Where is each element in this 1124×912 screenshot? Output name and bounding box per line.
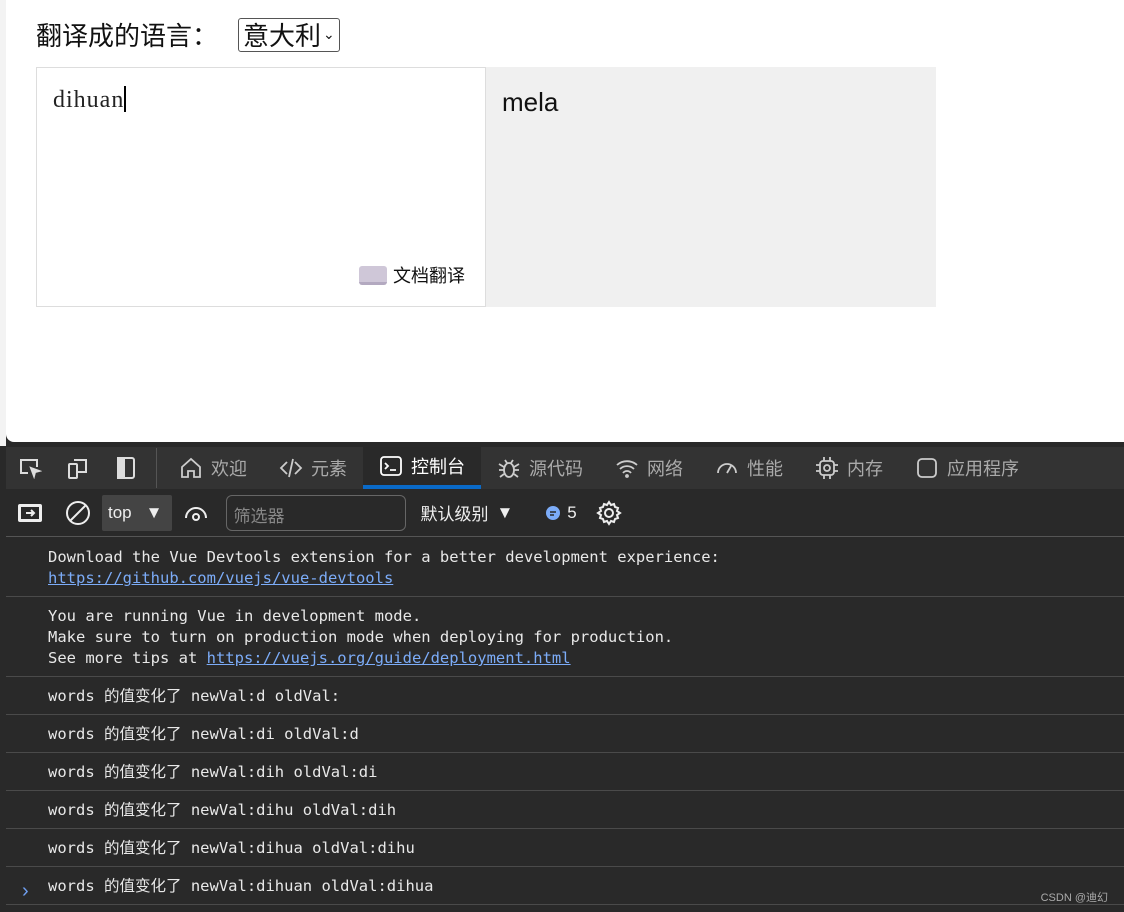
watermark: CSDN @迪幻 xyxy=(1040,892,1108,904)
keyboard-icon xyxy=(359,265,387,285)
web-page: 翻译成的语言： 意大利 ⌄ dihuan 文档翻译 mela xyxy=(6,0,1124,442)
message-line: words 的值变化了 newVal:dihu oldVal:dih xyxy=(48,801,397,819)
message-line: words 的值变化了 newVal:di oldVal:d xyxy=(48,725,359,743)
input-text: dihuan xyxy=(53,87,125,113)
home-icon xyxy=(181,457,201,478)
tab-chip[interactable]: 内存 xyxy=(799,447,899,489)
tab-wifi[interactable]: 网络 xyxy=(599,447,699,489)
filter-placeholder: 筛选器 xyxy=(233,506,285,526)
caret-down-icon: ▼ xyxy=(145,502,163,522)
message-link[interactable]: https://vuejs.org/guide/deployment.html xyxy=(207,649,571,667)
message-link[interactable]: https://github.com/vuejs/vue-devtools xyxy=(48,569,393,587)
doc-translate-label: 文档翻译 xyxy=(393,266,465,286)
tab-code[interactable]: 元素 xyxy=(263,447,363,489)
message-line: Make sure to turn on production mode whe… xyxy=(48,628,674,646)
language-label: 翻译成的语言： xyxy=(36,21,219,51)
console-message: words 的值变化了 newVal:d oldVal: xyxy=(6,677,1124,715)
caret-down-icon: ▼ xyxy=(496,502,514,522)
translation-output: mela xyxy=(486,67,936,307)
device-icon[interactable] xyxy=(54,447,102,489)
console-prompt-chevron-icon[interactable]: › xyxy=(22,880,29,903)
app-icon xyxy=(917,458,937,478)
tab-label: 源代码 xyxy=(529,459,583,479)
tab-label: 控制台 xyxy=(411,457,465,477)
message-line: words 的值变化了 newVal:d oldVal: xyxy=(48,687,341,705)
tab-label: 应用程序 xyxy=(947,459,1019,479)
clear-console-icon[interactable] xyxy=(54,492,102,534)
console-message: words 的值变化了 newVal:di oldVal:d xyxy=(6,715,1124,753)
message-line: words 的值变化了 newVal:dihua oldVal:dihu xyxy=(48,839,415,857)
message-line: words 的值变化了 newVal:dih oldVal:di xyxy=(48,763,378,781)
tab-console[interactable]: 控制台 xyxy=(363,447,481,489)
console-message: Download the Vue Devtools extension for … xyxy=(6,538,1124,597)
levels-label: 默认级别 xyxy=(420,505,489,524)
message-line: You are running Vue in development mode. xyxy=(48,607,422,625)
console-toolbar: top ▼ 筛选器 默认级别 ▼ 5 xyxy=(6,489,1124,537)
console-message: You are running Vue in development mode.… xyxy=(6,597,1124,677)
message-line: Download the Vue Devtools extension for … xyxy=(48,548,720,566)
context-value: top xyxy=(108,502,132,522)
message-line: words 的值变化了 newVal:dihuan oldVal:dihua xyxy=(48,877,434,895)
tab-app[interactable]: 应用程序 xyxy=(899,447,1035,489)
console-message: words 的值变化了 newVal:dih oldVal:di xyxy=(6,753,1124,791)
console-output: Download the Vue Devtools extension for … xyxy=(6,538,1124,905)
context-select[interactable]: top ▼ xyxy=(102,494,173,531)
levels-dropdown[interactable]: 默认级别 ▼ xyxy=(420,500,513,525)
divider xyxy=(156,448,157,488)
chip-icon xyxy=(816,457,838,479)
dock-icon[interactable] xyxy=(102,447,150,489)
language-row: 翻译成的语言： 意大利 ⌄ xyxy=(36,16,340,53)
gauge-icon xyxy=(717,463,737,474)
bug-icon xyxy=(498,459,520,478)
wifi-icon xyxy=(616,460,638,478)
tab-label: 欢迎 xyxy=(211,459,247,479)
filter-input[interactable]: 筛选器 xyxy=(226,494,407,531)
code-icon xyxy=(279,458,303,478)
settings-gear-icon[interactable] xyxy=(585,492,633,534)
count-value: 5 xyxy=(567,502,577,522)
console-message: words 的值变化了 newVal:dihu oldVal:dih xyxy=(6,791,1124,829)
devtools-tabbar: 欢迎 元素 控制台 源代码 网络 性能 内存 应用程序 xyxy=(6,447,1124,489)
tab-label: 性能 xyxy=(747,459,783,479)
message-text: See more tips at xyxy=(48,649,207,667)
messages-count[interactable]: 5 xyxy=(545,502,577,523)
console-icon xyxy=(380,456,402,476)
tab-label: 内存 xyxy=(847,459,883,479)
source-textarea[interactable]: dihuan 文档翻译 xyxy=(36,67,486,307)
live-expression-icon[interactable] xyxy=(172,492,220,534)
tab-bug[interactable]: 源代码 xyxy=(481,447,599,489)
language-selected: 意大利 xyxy=(243,21,322,51)
tab-home[interactable]: 欢迎 xyxy=(163,447,263,489)
tab-gauge[interactable]: 性能 xyxy=(699,447,799,489)
console-message: words 的值变化了 newVal:dihuan oldVal:dihua xyxy=(6,867,1124,905)
inspect-icon[interactable] xyxy=(6,447,54,489)
output-text: mela xyxy=(502,87,559,117)
tab-label: 元素 xyxy=(311,459,347,479)
message-icon xyxy=(546,505,561,520)
doc-translate-button[interactable]: 文档翻译 xyxy=(359,262,465,288)
console-message: words 的值变化了 newVal:dihua oldVal:dihu xyxy=(6,829,1124,867)
sidebar-toggle-icon[interactable] xyxy=(6,492,54,534)
chevron-down-icon: ⌄ xyxy=(323,26,335,42)
tab-label: 网络 xyxy=(647,459,683,479)
language-select[interactable]: 意大利 ⌄ xyxy=(238,17,340,52)
text-caret xyxy=(124,86,127,112)
